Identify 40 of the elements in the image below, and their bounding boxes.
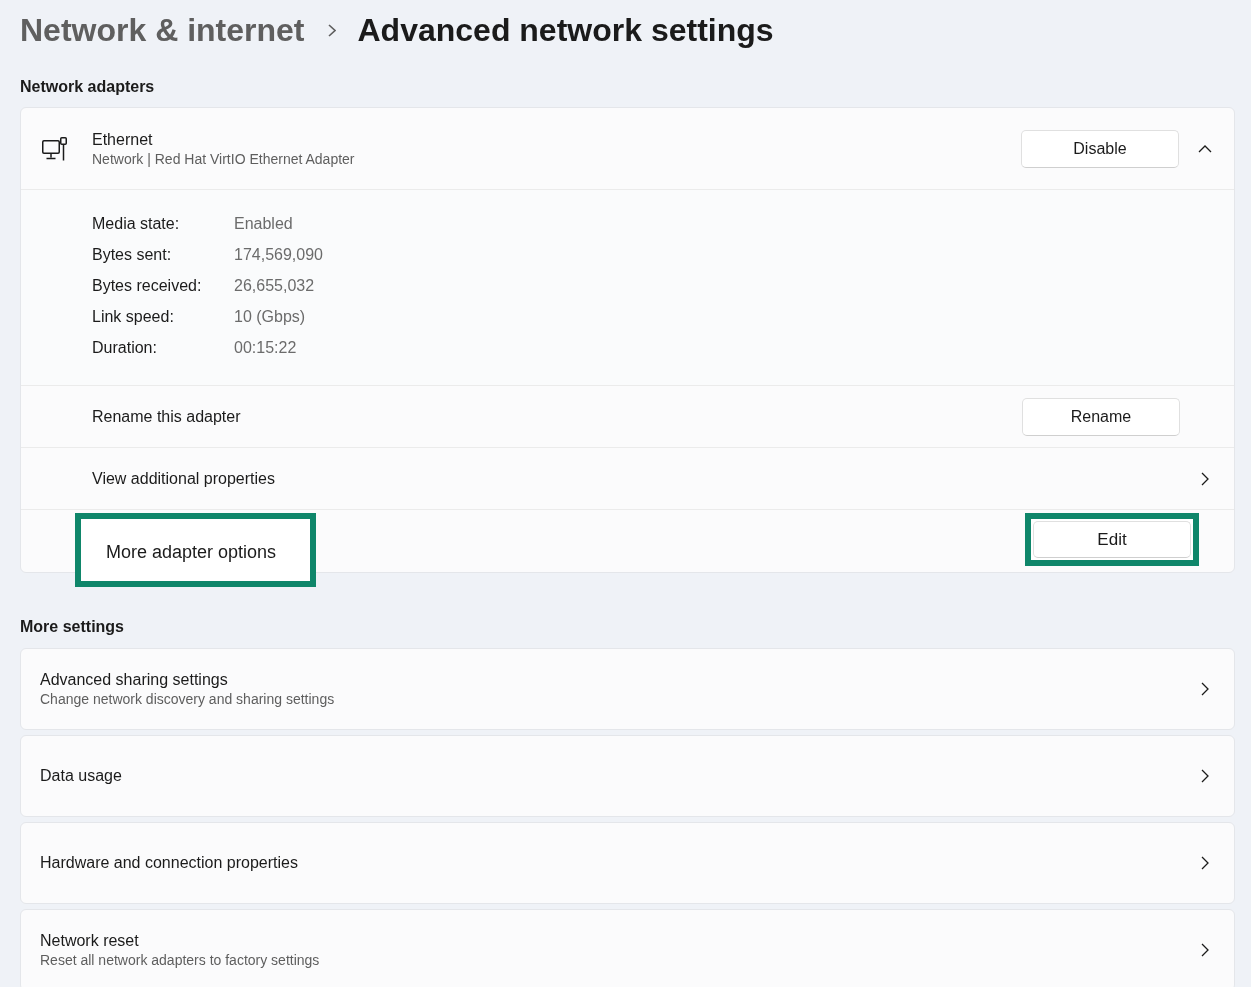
breadcrumb-item[interactable]: Network & internet xyxy=(20,10,305,50)
detail-label: Bytes received: xyxy=(92,276,203,296)
detail-label: Duration: xyxy=(92,338,158,358)
detail-value: 174,569,090 xyxy=(234,245,323,265)
setting-title: Data usage xyxy=(40,766,123,786)
detail-value: 26,655,032 xyxy=(234,276,315,296)
disable-button[interactable]: Disable xyxy=(1021,129,1179,168)
settings-card[interactable]: Advanced sharing settings Change network discovery and sharing settings xyxy=(20,648,1235,730)
settings-card[interactable]: Hardware and connection properties xyxy=(20,822,1235,904)
adapter-name: Ethernet xyxy=(92,129,154,150)
chevron-right-icon xyxy=(1201,943,1209,957)
section-title: Network adapters xyxy=(20,77,156,97)
monitor-plug-icon xyxy=(42,136,68,161)
setting-title: Network reset xyxy=(40,931,140,951)
detail-label: Media state: xyxy=(92,214,181,234)
setting-button[interactable]: Edit xyxy=(1033,521,1191,558)
setting-title: Hardware and connection properties xyxy=(40,853,299,873)
detail-value: Enabled xyxy=(234,214,293,234)
chevron-right-icon xyxy=(1201,682,1209,696)
setting-label: Rename this adapter xyxy=(92,406,242,427)
setting-label: View additional properties xyxy=(92,468,276,489)
detail-label: Bytes sent: xyxy=(92,245,173,265)
detail-label: Link speed: xyxy=(92,307,175,327)
settings-card[interactable]: Network reset Reset all network adapters to factory settings xyxy=(20,909,1235,987)
detail-value: 10 (Gbps) xyxy=(234,307,306,327)
chevron-right-icon[interactable] xyxy=(1201,471,1209,486)
chevron-right-icon xyxy=(1201,769,1209,783)
adapter-description: Network | Red Hat VirtIO Ethernet Adapter xyxy=(92,149,356,168)
setting-label: More adapter options xyxy=(106,541,277,563)
setting-title: Advanced sharing settings xyxy=(40,670,229,690)
settings-card[interactable]: Data usage xyxy=(20,735,1235,817)
breadcrumb-item: Advanced network settings xyxy=(357,11,774,50)
chevron-right-icon xyxy=(1201,856,1209,870)
setting-subtitle: Change network discovery and sharing settings xyxy=(40,690,336,708)
section-title: More settings xyxy=(20,617,125,637)
detail-value: 00:15:22 xyxy=(234,338,297,358)
setting-subtitle: Reset all network adapters to factory settings xyxy=(40,951,321,969)
chevron-right-icon xyxy=(328,23,337,37)
chevron-up-icon[interactable] xyxy=(1198,144,1212,153)
setting-button[interactable]: Rename xyxy=(1022,397,1180,436)
